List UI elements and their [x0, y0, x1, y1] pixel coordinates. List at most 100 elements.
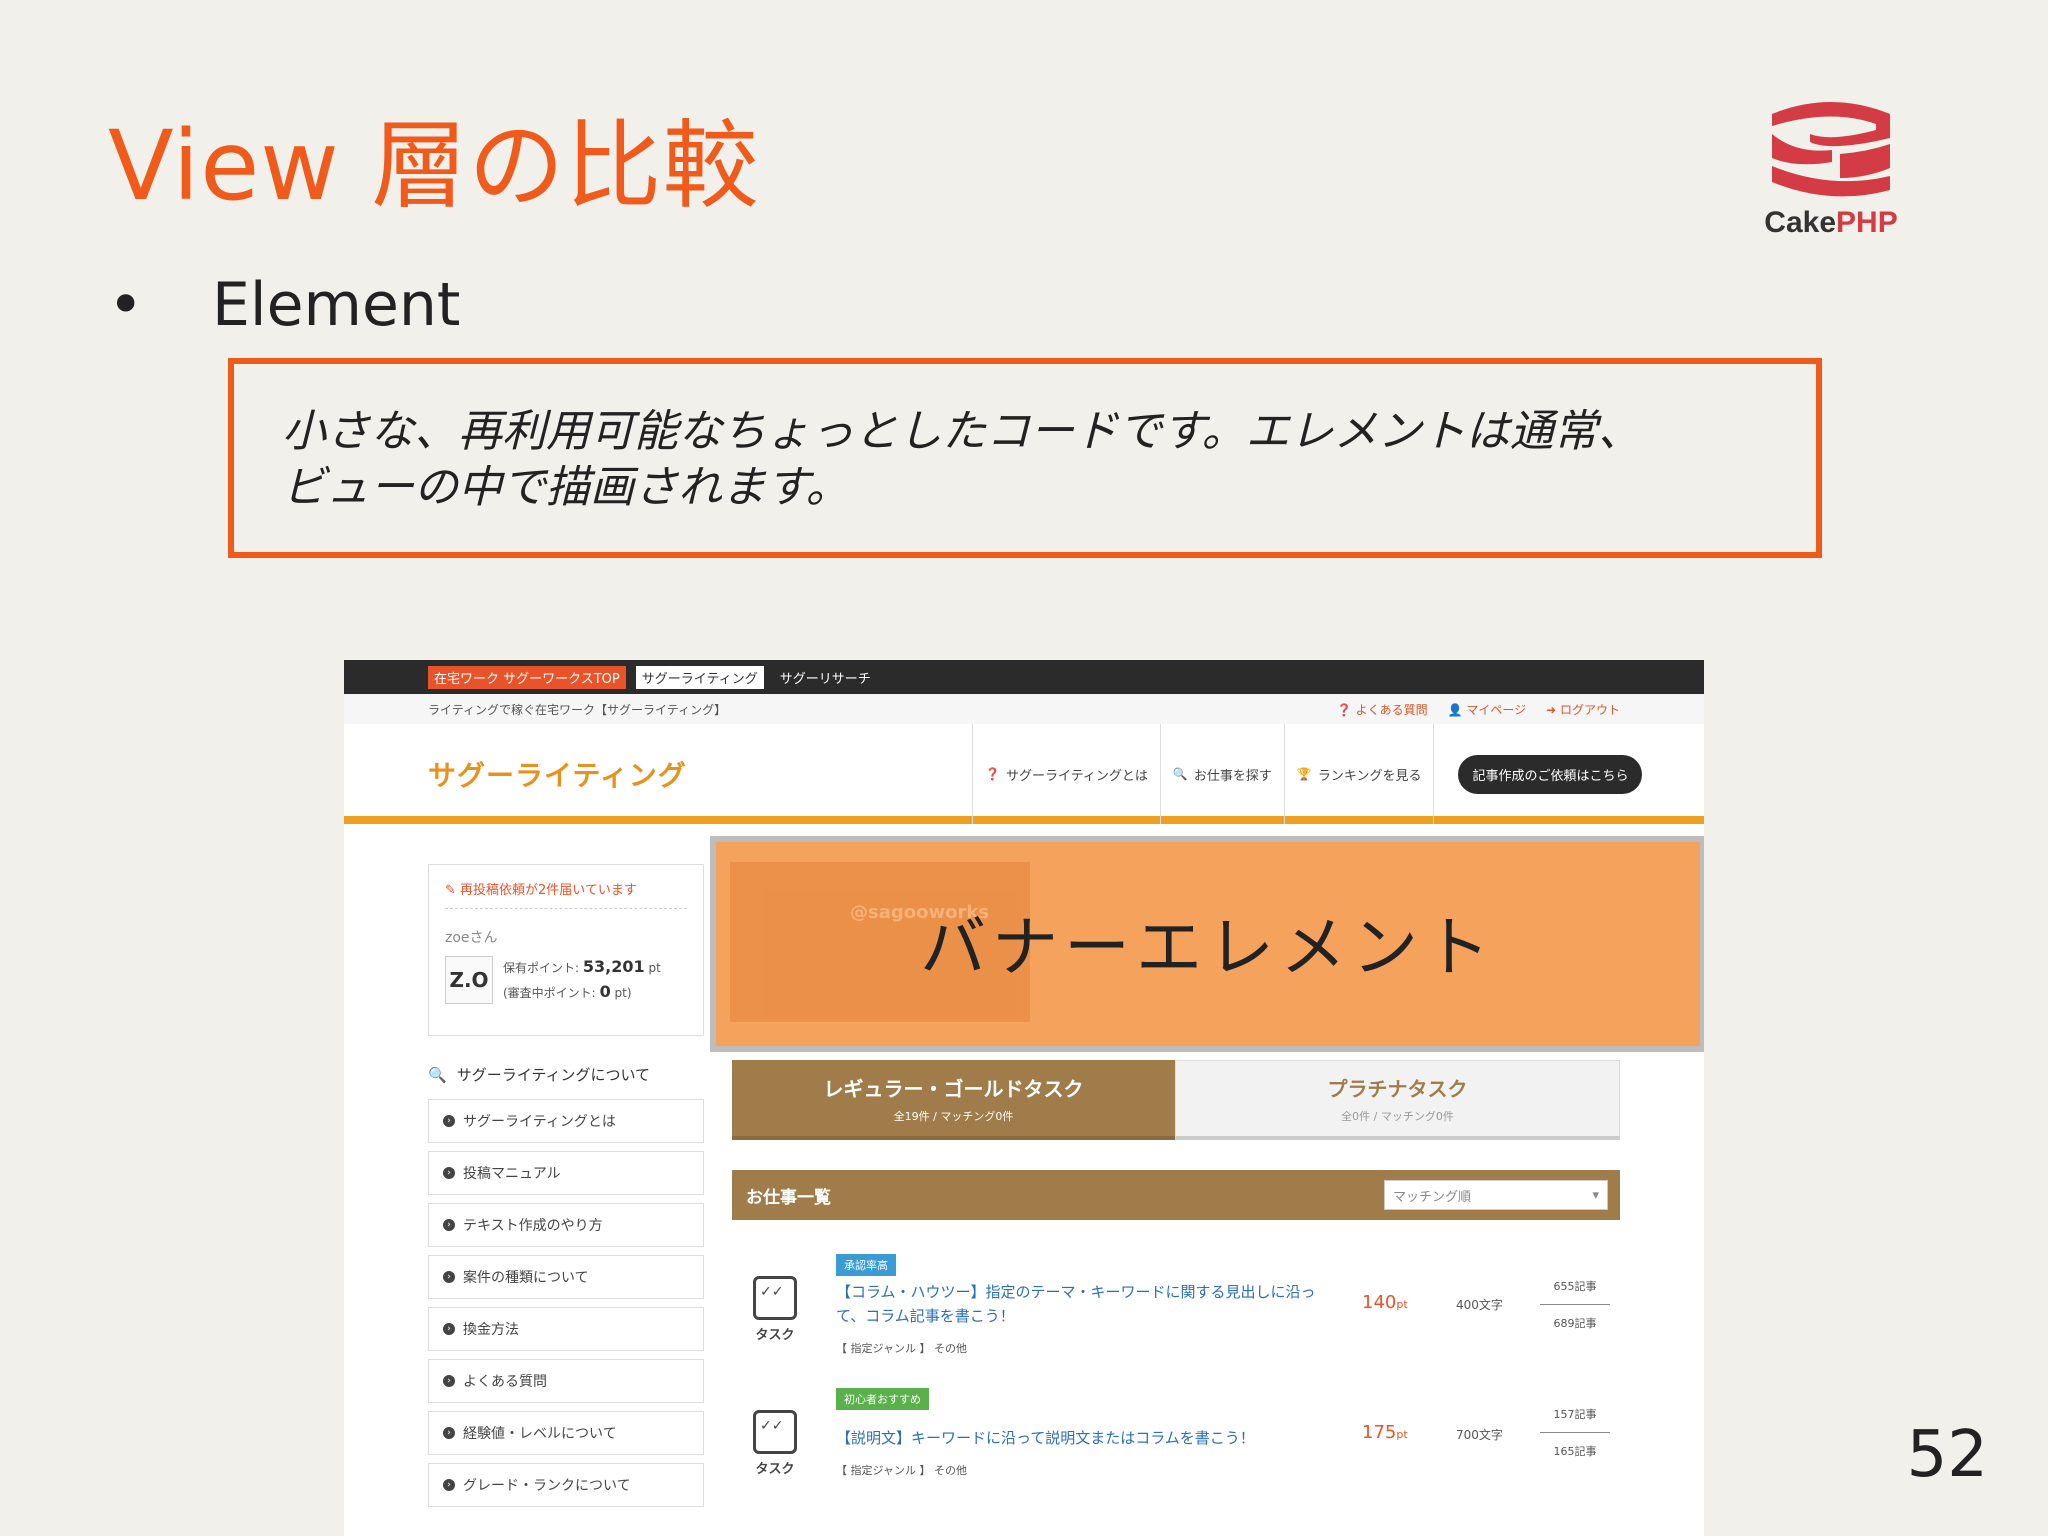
site-screenshot: 在宅ワーク サグーワークスTOP サグーライティング サグーリサーチ ライティン… — [344, 660, 1704, 1536]
chevron-right-icon: › — [443, 1427, 455, 1439]
tab-label: レギュラー・ゴールドタスク — [823, 1076, 1084, 1101]
logout-link[interactable]: ➜ ログアウト — [1546, 701, 1620, 718]
job-badge: 初心者おすすめ — [836, 1388, 929, 1410]
site-logo[interactable]: サグーライティング — [428, 754, 687, 794]
job-points-value: 140 — [1362, 1292, 1397, 1313]
bullet-marker: • — [108, 270, 144, 340]
job-count-bottom: 689記事 — [1553, 1317, 1597, 1330]
job-counts: 655記事 689記事 — [1540, 1278, 1610, 1331]
nav-search-label: お仕事を探す — [1193, 768, 1272, 784]
sidebar-item[interactable]: › グレード・ランクについて — [428, 1463, 704, 1507]
banner-label: バナーエレメント — [920, 909, 1496, 986]
sidebar-item-label: 換金方法 — [463, 1322, 519, 1338]
chevron-right-icon: › — [443, 1115, 455, 1127]
job-genre: 【 指定ジャンル 】 その他 — [836, 1342, 967, 1355]
job-row[interactable]: タスク 承認率高 【コラム・ハウツー】指定のテーマ・キーワードに関する見出しに沿… — [732, 1240, 1620, 1370]
job-count-top: 157記事 — [1540, 1406, 1610, 1433]
mypage-link-label: マイページ — [1466, 702, 1527, 717]
logo-text-cake: Cake — [1764, 206, 1837, 239]
topbar-link-writing[interactable]: サグーライティング — [635, 665, 764, 689]
avatar: Z.O — [445, 956, 493, 1004]
job-count-bottom: 165記事 — [1553, 1445, 1597, 1458]
mypage-link[interactable]: 👤 マイページ — [1448, 701, 1527, 718]
job-row[interactable]: タスク 初心者おすすめ 【説明文】キーワードに沿って説明文またはコラムを書こう！… — [732, 1374, 1620, 1504]
chevron-right-icon: › — [443, 1219, 455, 1231]
sort-select[interactable]: マッチング順 ▾ — [1384, 1180, 1608, 1210]
bullet-element: • Element — [108, 270, 460, 340]
job-points-unit: pt — [1396, 1428, 1408, 1441]
question-icon: ❓ — [985, 767, 1000, 781]
job-points: 140pt — [1362, 1292, 1408, 1313]
tab-label: プラチナタスク — [1327, 1077, 1468, 1101]
logo-text-php: PHP — [1836, 206, 1898, 239]
page-number: 52 — [1906, 1418, 1988, 1492]
job-title[interactable]: 【説明文】キーワードに沿って説明文またはコラムを書こう！ — [836, 1426, 1316, 1450]
sidebar-item[interactable]: › よくある質問 — [428, 1359, 704, 1403]
jobs-heading: お仕事一覧 — [746, 1187, 831, 1208]
job-chars: 700文字 — [1456, 1428, 1503, 1442]
request-article-button[interactable]: 記事作成のご依頼はこちら — [1458, 754, 1643, 794]
job-points-value: 175 — [1362, 1422, 1397, 1443]
sidebar-item-label: 投稿マニュアル — [463, 1166, 561, 1182]
pending-label: (審査中ポイント: — [503, 986, 596, 1000]
sidebar-item[interactable]: › 換金方法 — [428, 1307, 704, 1351]
sidebar-item-label: 経験値・レベルについて — [463, 1426, 617, 1442]
site-sidebar: ✎ 再投稿依頼が2件届いています zoeさん Z.O 保有ポイント: 53,20… — [428, 864, 704, 1515]
sidebar-item[interactable]: › サグーライティングとは — [428, 1099, 704, 1143]
site-tagline: ライティングで稼ぐ在宅ワーク【サグーライティング】 — [428, 702, 727, 717]
sidebar-item[interactable]: › 投稿マニュアル — [428, 1151, 704, 1195]
sidebar-item-label: テキスト作成のやり方 — [463, 1218, 603, 1234]
points-unit: pt — [648, 961, 661, 975]
nav-search[interactable]: 🔍 お仕事を探す — [1159, 724, 1284, 824]
chevron-down-icon: ▾ — [1592, 1187, 1599, 1203]
faq-link[interactable]: ❓ よくある質問 — [1337, 701, 1428, 718]
bullet-text: Element — [212, 270, 461, 340]
sort-value: マッチング順 — [1393, 1189, 1472, 1205]
user-name[interactable]: zoeさん — [445, 927, 687, 947]
sidebar-item-label: グレード・ランクについて — [463, 1478, 631, 1494]
tab-regular-gold[interactable]: レギュラー・ゴールドタスク 全19件 / マッチング0件 — [732, 1060, 1175, 1140]
nav-about-label: サグーライティングとは — [1005, 768, 1148, 784]
task-icon: タスク — [750, 1276, 800, 1343]
jobs-header: お仕事一覧 マッチング順 ▾ — [732, 1170, 1620, 1220]
job-count-top: 655記事 — [1540, 1278, 1610, 1305]
pending-value: 0 — [599, 982, 611, 1001]
task-icon: タスク — [750, 1410, 800, 1477]
task-icon-label: タスク — [755, 1328, 795, 1343]
logout-link-label: ログアウト — [1559, 702, 1620, 717]
sidebar-item[interactable]: › 案件の種類について — [428, 1255, 704, 1299]
search-icon: 🔍 — [1172, 767, 1188, 781]
sidebar-item[interactable]: › テキスト作成のやり方 — [428, 1203, 704, 1247]
job-genre: 【 指定ジャンル 】 その他 — [836, 1464, 967, 1477]
repost-notice[interactable]: ✎ 再投稿依頼が2件届いています — [445, 879, 687, 909]
site-header: サグーライティング ❓ サグーライティングとは 🔍 お仕事を探す 🏆 ランキングを見る… — [344, 724, 1704, 824]
tab-sub: 全0件 / マッチング0件 — [1341, 1110, 1454, 1123]
search-icon: 🔍 — [428, 1065, 447, 1084]
cake-icon — [1772, 102, 1890, 197]
cakephp-logo: CakePHP — [1756, 94, 1906, 244]
banner-element-highlight[interactable]: @sagooworks バナーエレメント — [710, 836, 1704, 1052]
chevron-right-icon: › — [443, 1479, 455, 1491]
nav-about[interactable]: ❓ サグーライティングとは — [972, 724, 1160, 824]
topbar-link-works[interactable]: 在宅ワーク サグーワークスTOP — [428, 665, 626, 689]
topbar-link-research[interactable]: サグーリサーチ — [774, 666, 877, 689]
faq-link-label: よくある質問 — [1355, 702, 1428, 717]
site-subbar: ライティングで稼ぐ在宅ワーク【サグーライティング】 ❓ よくある質問 👤 マイペ… — [344, 694, 1704, 724]
chevron-right-icon: › — [443, 1167, 455, 1179]
nav-ranking[interactable]: 🏆 ランキングを見る — [1283, 724, 1434, 824]
nav-cta-wrap: 記事作成のご依頼はこちら — [1433, 724, 1654, 824]
tab-platinum[interactable]: プラチナタスク 全0件 / マッチング0件 — [1175, 1060, 1620, 1140]
job-title[interactable]: 【コラム・ハウツー】指定のテーマ・キーワードに関する見出しに沿って、コラム記事を… — [836, 1280, 1316, 1328]
tab-sub: 全19件 / マッチング0件 — [893, 1109, 1014, 1123]
sidebar-heading: 🔍 サグーライティングについて — [428, 1064, 704, 1085]
chevron-right-icon: › — [443, 1323, 455, 1335]
repost-notice-text: 再投稿依頼が2件届いています — [460, 883, 637, 898]
definition-box: 小さな、再利用可能なちょっとしたコードです。エレメントは通常、 ビューの中で描画… — [228, 358, 1822, 558]
points-label: 保有ポイント: — [503, 961, 580, 975]
sidebar-item[interactable]: › 経験値・レベルについて — [428, 1411, 704, 1455]
job-badge: 承認率高 — [836, 1254, 896, 1276]
nav-ranking-label: ランキングを見る — [1317, 768, 1422, 784]
task-tabs: レギュラー・ゴールドタスク 全19件 / マッチング0件 プラチナタスク 全0件… — [732, 1060, 1620, 1140]
site-nav: ❓ サグーライティングとは 🔍 お仕事を探す 🏆 ランキングを見る 記事作成のご依頼は… — [972, 724, 1654, 824]
sidebar-item-label: サグーライティングとは — [463, 1114, 616, 1130]
